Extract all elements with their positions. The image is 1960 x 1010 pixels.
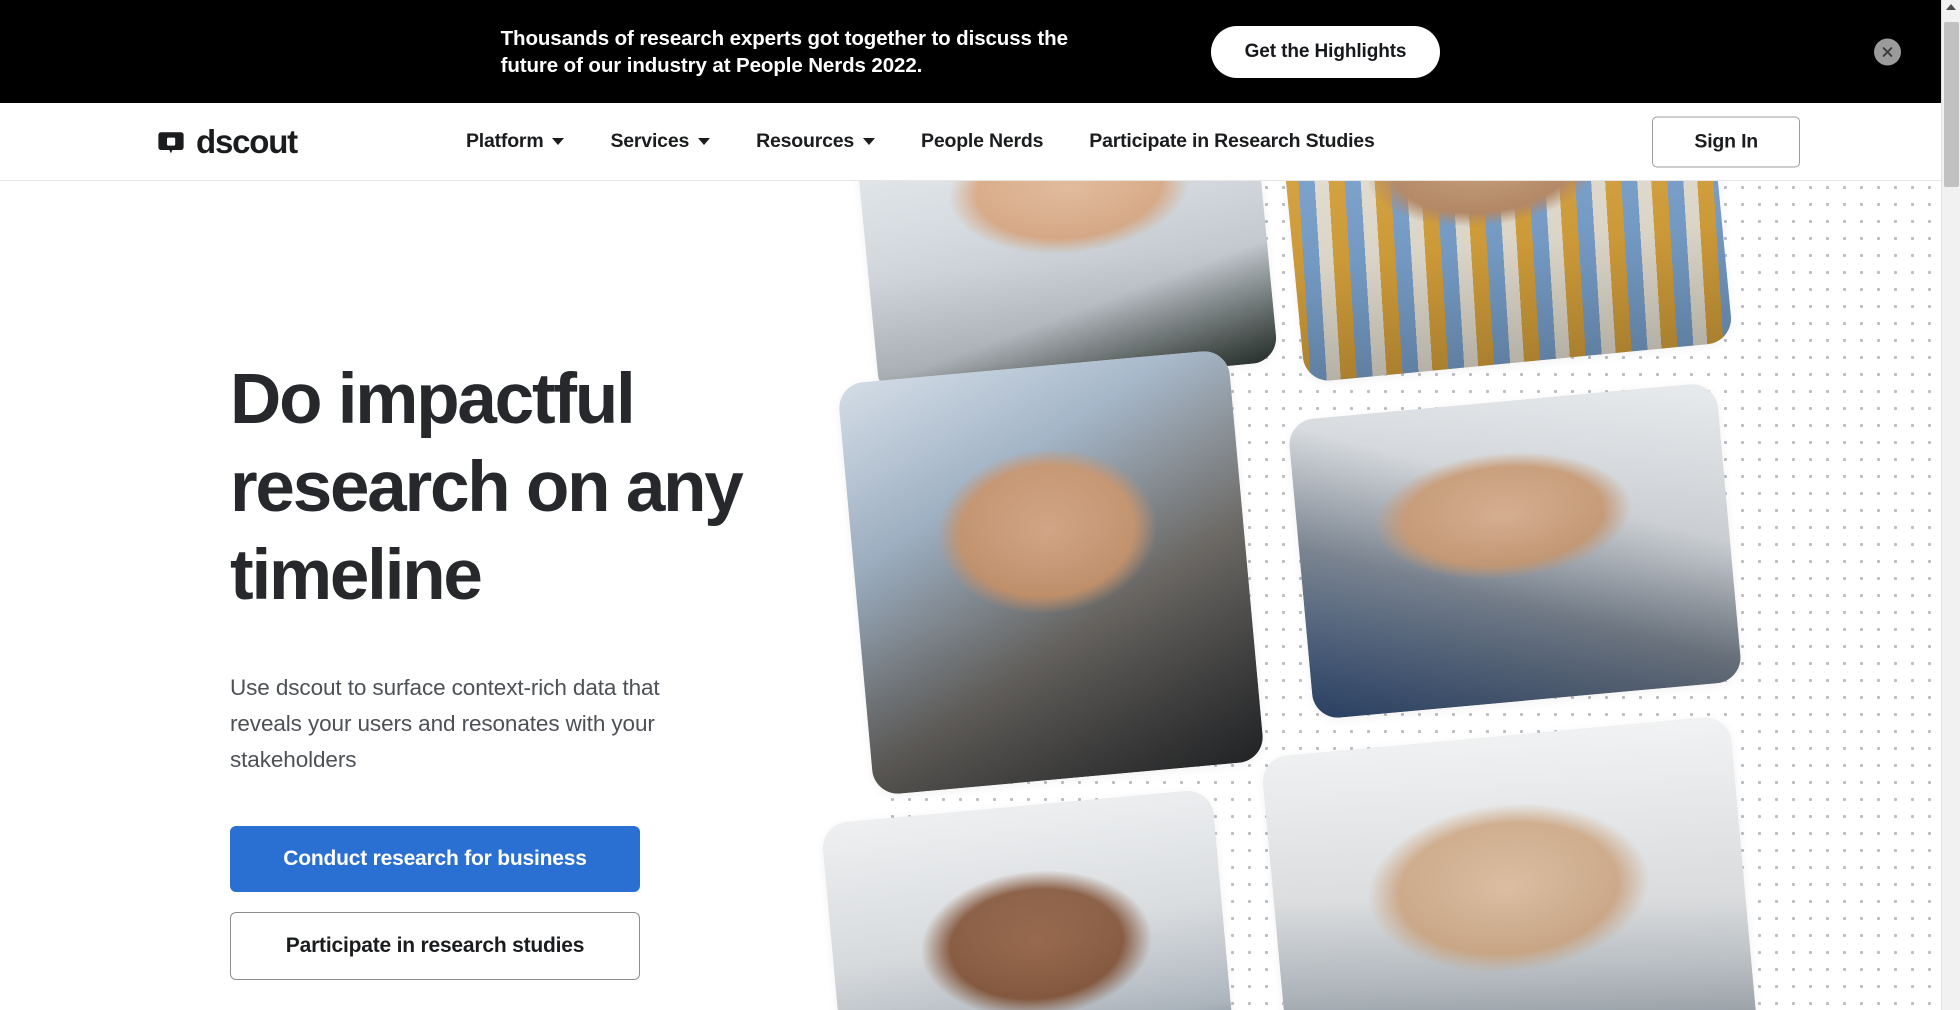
participate-in-research-studies-button[interactable]: Participate in research studies [230, 912, 640, 980]
nav-item-participate-label: Participate in Research Studies [1089, 130, 1375, 152]
browser-scrollbar[interactable] [1941, 0, 1960, 1010]
close-x-icon [1881, 45, 1894, 58]
nav-item-people-nerds-label: People Nerds [921, 130, 1044, 152]
nav-item-participate-in-research-studies[interactable]: Participate in Research Studies [1066, 130, 1397, 153]
participant-photo [1287, 382, 1743, 720]
page-root: Thousands of research experts got togeth… [0, 0, 1960, 1010]
chevron-down-icon [698, 138, 711, 145]
sign-in-button[interactable]: Sign In [1652, 116, 1800, 167]
participant-photo [1276, 181, 1734, 383]
hero-section: Do impactful research on any timeline Us… [0, 181, 1941, 1010]
nav-item-resources[interactable]: Resources [733, 130, 898, 153]
conduct-research-for-business-button[interactable]: Conduct research for business [230, 826, 640, 892]
chevron-down-icon [863, 138, 876, 145]
hero-actions: Conduct research for business Participat… [230, 826, 830, 980]
participant-photo [837, 349, 1265, 796]
chevron-down-icon [552, 138, 565, 145]
participant-photo [820, 788, 1242, 1010]
brand-logo-link[interactable]: dscout [157, 123, 298, 160]
brand-name-label: dscout [196, 123, 298, 160]
nav-links: Platform Services Resources People Nerds… [443, 130, 1398, 153]
scrollbar-thumb[interactable] [1944, 22, 1959, 187]
collage-card-center-right [1287, 382, 1743, 720]
collage-card-top-right [1276, 181, 1734, 383]
promo-banner-close-button[interactable] [1874, 38, 1901, 65]
participant-photo [1260, 715, 1766, 1010]
nav-item-services-label: Services [610, 130, 690, 152]
hero-copy: Do impactful research on any timeline Us… [230, 356, 830, 980]
nav-item-people-nerds[interactable]: People Nerds [898, 130, 1066, 153]
promo-banner: Thousands of research experts got togeth… [0, 0, 1941, 103]
nav-item-platform[interactable]: Platform [443, 130, 588, 153]
nav-item-platform-label: Platform [465, 130, 544, 152]
nav-item-services[interactable]: Services [587, 130, 733, 153]
dscout-pin-logo-icon [157, 128, 185, 156]
collage-card-center-left [837, 349, 1265, 796]
main-navigation-bar: dscout Platform Services Resources Peopl… [0, 103, 1941, 181]
collage-card-bottom-right [1260, 715, 1766, 1010]
hero-subtitle: Use dscout to surface context-rich data … [230, 675, 660, 772]
scroll-up-arrow-icon[interactable] [1946, 4, 1956, 10]
promo-banner-message: Thousands of research experts got togeth… [500, 26, 1068, 77]
nav-item-resources-label: Resources [756, 130, 855, 152]
page-title: Do impactful research on any timeline [230, 360, 744, 615]
hero-photo-collage [820, 181, 1941, 1010]
collage-card-bottom-left [820, 788, 1242, 1010]
get-the-highlights-button[interactable]: Get the Highlights [1210, 25, 1441, 78]
